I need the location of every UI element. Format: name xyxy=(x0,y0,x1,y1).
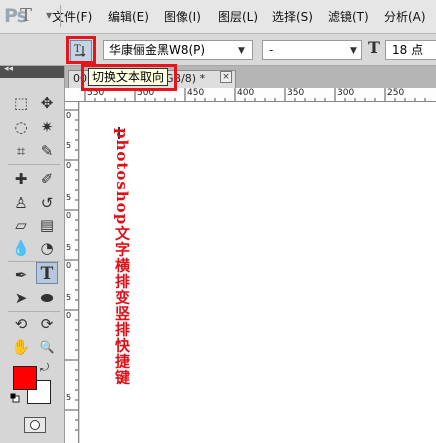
tool-preset-picker[interactable]: T xyxy=(20,5,32,26)
shape-tool[interactable]: ⬬ xyxy=(36,287,58,309)
crop-tool[interactable]: ⌗ xyxy=(10,140,32,162)
magic-wand-tool[interactable]: ✷ xyxy=(36,116,58,138)
clone-stamp-icon: ♙ xyxy=(14,194,28,212)
dodge-icon: ◔ xyxy=(40,239,54,257)
pen-tool[interactable]: ✒ xyxy=(10,264,32,286)
lasso-icon: ◌ xyxy=(14,118,28,136)
document-canvas[interactable] xyxy=(80,102,436,443)
3d-rotate-icon: ⟲ xyxy=(14,315,28,333)
path-selection-tool[interactable]: ➤ xyxy=(10,287,32,309)
eyedropper-tool[interactable]: ✎ xyxy=(36,140,58,162)
ruler-label: 0 xyxy=(66,261,72,270)
brush-tool[interactable]: ✐ xyxy=(36,168,58,190)
highlight-box xyxy=(66,36,96,64)
ruler-label: 5 xyxy=(66,393,72,402)
ruler-label: 0 xyxy=(66,211,72,220)
menu-analysis[interactable]: 分析(A) xyxy=(384,8,426,25)
ruler-label: 5 xyxy=(66,243,72,252)
eraser-icon: ▱ xyxy=(15,216,27,234)
history-brush-icon: ↺ xyxy=(40,194,54,212)
ruler-label: 5 xyxy=(66,193,72,202)
ruler-ticks xyxy=(65,109,78,431)
marquee-tool[interactable]: ⬚ xyxy=(10,92,32,114)
font-style-select[interactable]: - xyxy=(262,40,362,60)
lasso-tool[interactable]: ◌ xyxy=(10,116,32,138)
toolbox-divider xyxy=(8,311,60,312)
hand-tool[interactable]: ✋ xyxy=(10,336,32,358)
zoom-icon: 🔍 xyxy=(39,340,55,354)
3d-orbit-icon: ⟳ xyxy=(40,315,54,333)
type-icon: T xyxy=(40,264,54,284)
dodge-tool[interactable]: ◔ xyxy=(36,237,58,259)
zoom-tool[interactable]: 🔍 xyxy=(36,336,58,358)
vertical-text-layer[interactable]: photoshop文字横排变竖排快捷键 xyxy=(113,128,131,385)
menu-filter[interactable]: 滤镜(T) xyxy=(328,8,369,25)
ruler-label: 450 xyxy=(187,88,205,98)
highlight-box xyxy=(81,64,177,91)
vertical-ruler: 0 5 0 5 0 5 0 5 0 5 xyxy=(65,102,79,443)
menu-bar: Ps 文件(F) 编辑(E) 图像(I) 图层(L) 选择(S) 滤镜(T) 分… xyxy=(0,0,436,34)
clone-stamp-tool[interactable]: ♙ xyxy=(10,192,32,214)
blur-icon: 💧 xyxy=(11,239,31,257)
magic-wand-icon: ✷ xyxy=(40,118,54,136)
blur-tool[interactable]: 💧 xyxy=(10,237,32,259)
quick-mask-button[interactable] xyxy=(24,417,46,433)
chevron-down-icon: ▼ xyxy=(238,46,245,56)
font-size-field[interactable]: 18 点 xyxy=(385,40,436,60)
menu-file[interactable]: 文件(F) xyxy=(52,8,92,25)
path-selection-icon: ➤ xyxy=(14,289,28,307)
swap-colors-icon[interactable]: ⤾ xyxy=(40,361,49,375)
ruler-label: 350 xyxy=(287,88,305,98)
history-brush-tool[interactable]: ↺ xyxy=(36,192,58,214)
toolbox-divider xyxy=(8,164,60,165)
ruler-label: 0 xyxy=(66,311,72,320)
default-colors-icon[interactable] xyxy=(10,393,20,403)
ruler-label: 0 xyxy=(66,111,72,120)
eraser-tool[interactable]: ▱ xyxy=(10,214,32,236)
font-size-icon: T xyxy=(368,38,380,57)
ruler-label: 250 xyxy=(387,88,405,98)
ruler-label: 300 xyxy=(337,88,355,98)
chevron-down-icon: ▼ xyxy=(46,11,53,20)
hand-icon: ✋ xyxy=(11,338,31,356)
move-icon: ✥ xyxy=(40,94,54,112)
menu-select[interactable]: 选择(S) xyxy=(272,8,313,25)
crop-icon: ⌗ xyxy=(16,142,26,160)
eyedropper-icon: ✎ xyxy=(40,142,54,160)
close-icon[interactable]: × xyxy=(220,71,232,83)
options-divider xyxy=(60,5,61,27)
gradient-tool[interactable]: ▤ xyxy=(36,214,58,236)
healing-brush-tool[interactable]: ✚ xyxy=(10,168,32,190)
font-family-select[interactable]: 华康俪金黑W8(P) xyxy=(103,40,253,60)
collapse-icon[interactable]: ◂◂ xyxy=(4,64,13,74)
healing-brush-icon: ✚ xyxy=(14,170,28,188)
marquee-icon: ⬚ xyxy=(13,94,29,112)
3d-rotate-tool[interactable]: ⟲ xyxy=(10,313,32,335)
ruler-label: 0 xyxy=(66,161,72,170)
type-tool[interactable]: T xyxy=(36,262,58,284)
ruler-label: 5 xyxy=(66,293,72,302)
menu-edit[interactable]: 编辑(E) xyxy=(108,8,149,25)
chevron-down-icon: ▼ xyxy=(350,46,357,56)
3d-orbit-tool[interactable]: ⟳ xyxy=(36,313,58,335)
pen-icon: ✒ xyxy=(14,266,28,284)
menu-image[interactable]: 图像(I) xyxy=(164,8,201,25)
ruler-label: 400 xyxy=(237,88,255,98)
ruler-label: 5 xyxy=(66,141,72,150)
menu-layer[interactable]: 图层(L) xyxy=(218,8,258,25)
brush-icon: ✐ xyxy=(40,170,54,188)
shape-icon: ⬬ xyxy=(40,289,54,307)
foreground-color-swatch[interactable] xyxy=(13,366,37,390)
move-tool[interactable]: ✥ xyxy=(36,92,58,114)
gradient-icon: ▤ xyxy=(39,216,55,234)
